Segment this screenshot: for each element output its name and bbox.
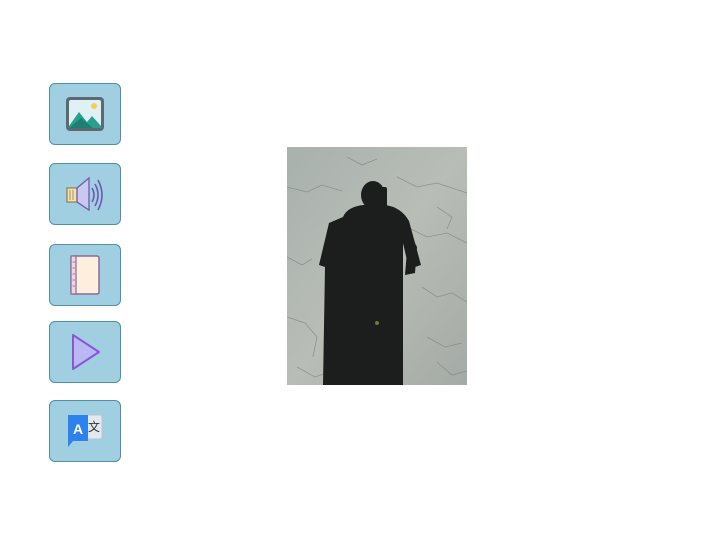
- app-stage: A 文: [0, 0, 720, 540]
- audio-button[interactable]: [49, 163, 121, 225]
- book-button[interactable]: [49, 244, 121, 306]
- book-icon: [63, 253, 107, 297]
- image-icon: [63, 92, 107, 136]
- play-button[interactable]: [49, 321, 121, 383]
- speaker-icon: [63, 172, 107, 216]
- shadow-photo: [287, 147, 467, 385]
- translate-icon: A 文: [63, 409, 107, 453]
- translate-button[interactable]: A 文: [49, 400, 121, 462]
- translate-glyph-latin: A: [73, 421, 83, 437]
- image-button[interactable]: [49, 83, 121, 145]
- play-icon: [63, 330, 107, 374]
- translate-glyph-cjk: 文: [88, 419, 100, 434]
